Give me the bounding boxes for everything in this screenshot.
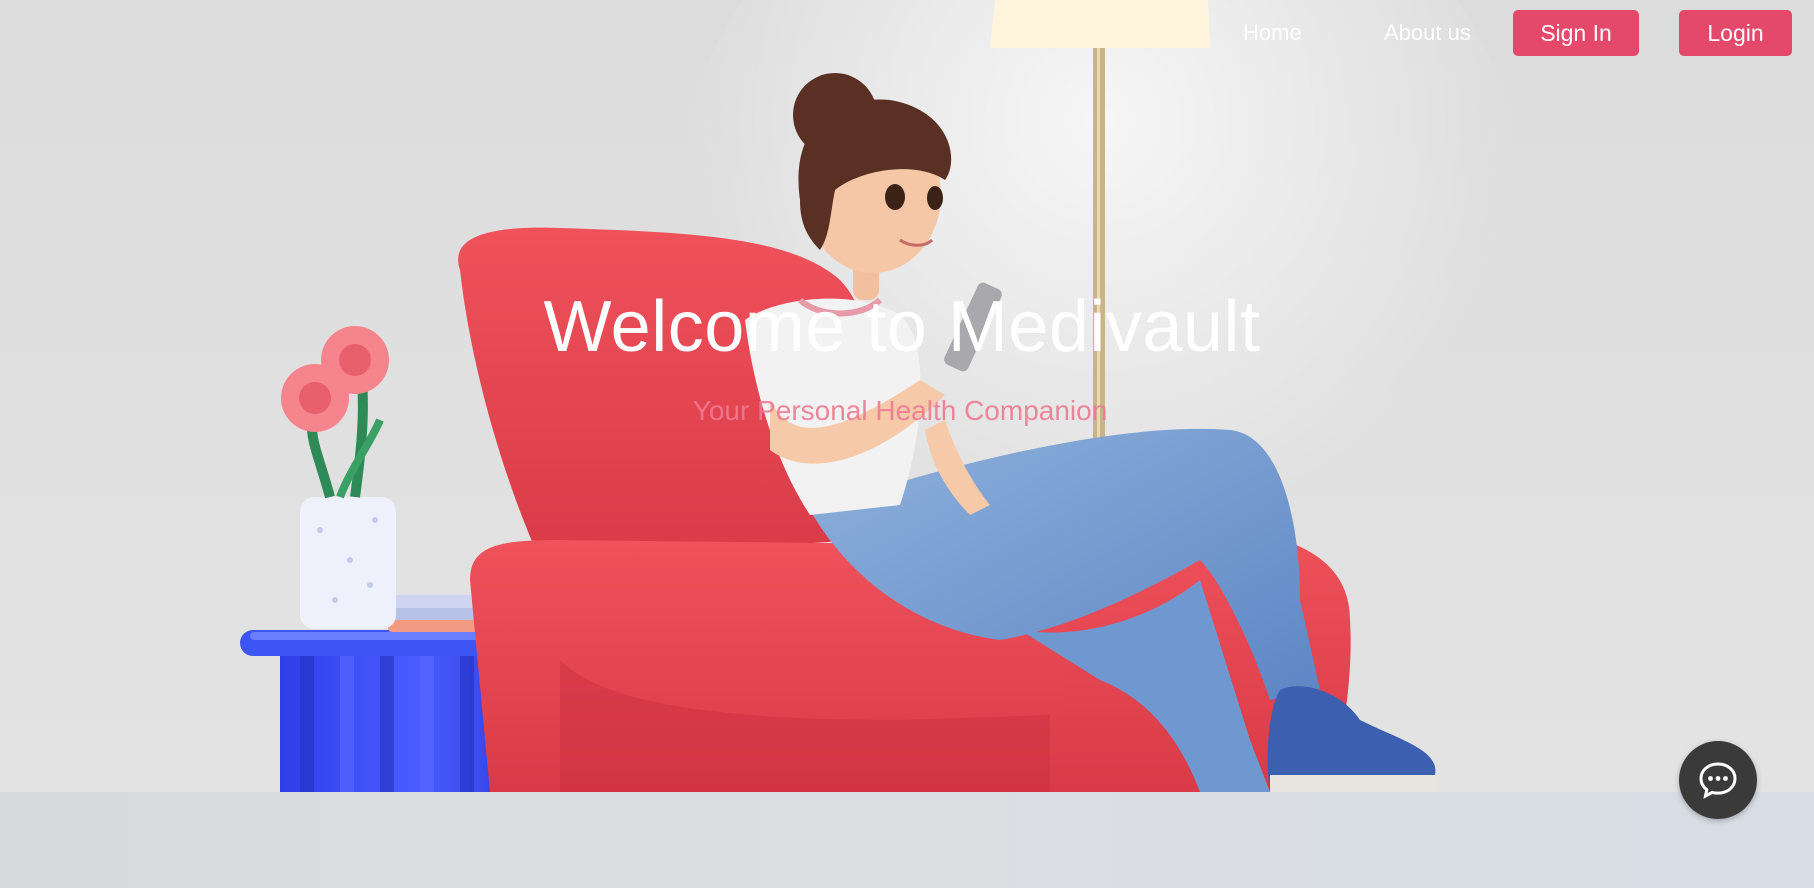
chat-bubble-icon: [1699, 762, 1737, 799]
chat-button[interactable]: [1679, 741, 1757, 819]
sign-in-button[interactable]: Sign In: [1513, 10, 1639, 56]
hero-title: Welcome to Medivault: [543, 287, 1261, 367]
nav-about-link[interactable]: About us: [1384, 18, 1471, 48]
hero-illustration: [240, 0, 1520, 793]
nav-home-link[interactable]: Home: [1243, 18, 1302, 48]
hero-subtitle: Your Personal Health Companion: [692, 395, 1108, 426]
login-button[interactable]: Login: [1679, 10, 1792, 56]
landing-page: Home About us Sign In Login Welcome to M…: [0, 0, 1814, 888]
floor: [0, 792, 1814, 888]
